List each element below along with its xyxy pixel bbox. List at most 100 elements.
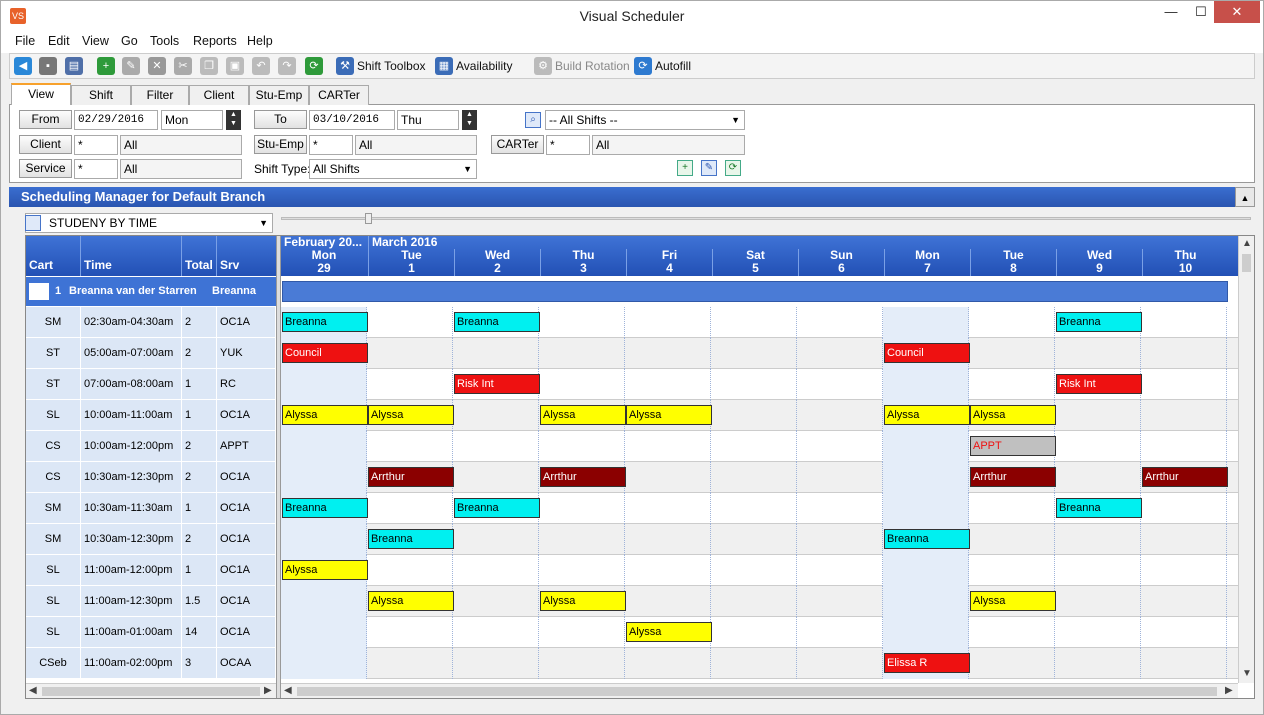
undo-icon[interactable]: ↶	[252, 57, 270, 75]
day-cell[interactable]	[797, 493, 883, 524]
day-cell[interactable]	[1055, 586, 1141, 617]
appointment-block[interactable]: Breanna	[454, 498, 540, 518]
day-cell[interactable]	[1141, 648, 1227, 679]
day-cell[interactable]	[367, 338, 453, 369]
from-button[interactable]: From	[19, 110, 72, 129]
day-cell[interactable]	[1055, 462, 1141, 493]
day-cell[interactable]	[711, 431, 797, 462]
day-cell[interactable]	[1055, 555, 1141, 586]
back-icon[interactable]: ◀	[14, 57, 32, 75]
day-cell[interactable]	[539, 338, 625, 369]
tab-client[interactable]: Client	[189, 85, 249, 105]
day-cell[interactable]	[797, 307, 883, 338]
view-mode-select[interactable]: STUDENY BY TIME ▼	[25, 213, 273, 233]
autofill-button[interactable]: Autofill	[655, 59, 691, 73]
day-header[interactable]: Tue 1	[368, 249, 454, 276]
group-bar[interactable]	[282, 281, 1228, 302]
table-row[interactable]: ST 05:00am-07:00am 2 YUK	[26, 338, 276, 369]
day-header[interactable]: Mon 7	[884, 249, 970, 276]
day-cell[interactable]	[539, 307, 625, 338]
menu-view[interactable]: View	[82, 34, 109, 48]
group-row[interactable]: 1 Breanna van der Starren Breanna	[26, 277, 276, 306]
day-cell[interactable]	[969, 307, 1055, 338]
add-filter-icon[interactable]: +	[677, 160, 693, 176]
availability-icon[interactable]: ▦	[435, 57, 453, 75]
day-cell[interactable]	[1141, 338, 1227, 369]
print-icon[interactable]: ▤	[65, 57, 83, 75]
day-cell[interactable]	[539, 524, 625, 555]
maximize-button[interactable]: ☐	[1186, 1, 1216, 23]
copy-icon[interactable]: ❐	[200, 57, 218, 75]
day-cell[interactable]	[453, 555, 539, 586]
day-cell[interactable]	[539, 369, 625, 400]
zoom-slider-track[interactable]	[281, 217, 1251, 220]
autofill-icon[interactable]: ⟳	[634, 57, 652, 75]
day-cell[interactable]	[453, 524, 539, 555]
day-cell[interactable]	[1141, 400, 1227, 431]
from-date-input[interactable]: 02/29/2016	[74, 110, 158, 130]
appointment-block[interactable]: Arrthur	[540, 467, 626, 487]
appointment-block[interactable]: Elissa R	[884, 653, 970, 673]
scroll-thumb[interactable]	[42, 687, 260, 696]
day-cell[interactable]	[453, 586, 539, 617]
day-cell[interactable]	[1141, 555, 1227, 586]
vertical-scrollbar[interactable]: ▲ ▼	[1238, 236, 1254, 683]
tab-view[interactable]: View	[11, 83, 71, 105]
day-cell[interactable]	[711, 400, 797, 431]
appointment-block[interactable]: APPT	[970, 436, 1056, 456]
build-rotation-icon[interactable]: ⚙	[534, 57, 552, 75]
table-row[interactable]: SL 10:00am-11:00am 1 OC1A	[26, 400, 276, 431]
day-cell[interactable]	[969, 338, 1055, 369]
scroll-up-icon[interactable]: ▲	[1242, 238, 1252, 249]
day-cell[interactable]	[883, 493, 969, 524]
shift-toolbox-button[interactable]: Shift Toolbox	[357, 59, 426, 73]
day-cell[interactable]	[1141, 617, 1227, 648]
menu-tools[interactable]: Tools	[150, 34, 179, 48]
day-cell[interactable]	[453, 648, 539, 679]
scroll-thumb[interactable]	[297, 687, 1217, 696]
right-horizontal-scrollbar[interactable]: ◀ ▶	[281, 683, 1238, 698]
day-cell[interactable]	[797, 338, 883, 369]
appointment-block[interactable]: Council	[282, 343, 368, 363]
scroll-left-icon[interactable]: ◀	[29, 685, 37, 696]
day-header[interactable]: Tue 8	[970, 249, 1056, 276]
appointment-block[interactable]: Breanna	[282, 498, 368, 518]
day-cell[interactable]	[367, 307, 453, 338]
day-cell[interactable]	[883, 586, 969, 617]
edit-filter-icon[interactable]: ✎	[701, 160, 717, 176]
table-row[interactable]: SM 10:30am-12:30pm 2 OC1A	[26, 524, 276, 555]
day-cell[interactable]	[883, 462, 969, 493]
day-cell[interactable]	[453, 462, 539, 493]
day-cell[interactable]	[797, 462, 883, 493]
scroll-right-icon[interactable]: ▶	[264, 685, 272, 696]
day-cell[interactable]	[281, 431, 367, 462]
day-cell[interactable]	[969, 369, 1055, 400]
shift-toolbox-icon[interactable]: ⚒	[336, 57, 354, 75]
table-row[interactable]: ST 07:00am-08:00am 1 RC	[26, 369, 276, 400]
tab-carter[interactable]: CARTer	[309, 85, 369, 105]
day-cell[interactable]	[453, 617, 539, 648]
scroll-left-icon[interactable]: ◀	[284, 685, 292, 696]
appointment-block[interactable]: Alyssa	[282, 405, 368, 425]
menu-edit[interactable]: Edit	[48, 34, 70, 48]
to-date-input[interactable]: 03/10/2016	[309, 110, 395, 130]
appointment-block[interactable]: Alyssa	[970, 405, 1056, 425]
appointment-block[interactable]: Breanna	[884, 529, 970, 549]
day-header[interactable]: Wed 2	[454, 249, 540, 276]
day-cell[interactable]	[281, 617, 367, 648]
day-cell[interactable]	[1141, 586, 1227, 617]
scroll-thumb[interactable]	[1242, 254, 1251, 272]
appointment-block[interactable]: Arrthur	[368, 467, 454, 487]
shifts-select[interactable]: -- All Shifts -- ▼	[545, 110, 745, 130]
day-cell[interactable]	[625, 338, 711, 369]
day-cell[interactable]	[711, 617, 797, 648]
day-cell[interactable]	[367, 431, 453, 462]
table-row[interactable]: CS 10:00am-12:00pm 2 APPT	[26, 431, 276, 462]
menu-reports[interactable]: Reports	[193, 34, 237, 48]
table-row[interactable]: CS 10:30am-12:30pm 2 OC1A	[26, 462, 276, 493]
day-cell[interactable]	[539, 648, 625, 679]
day-cell[interactable]	[711, 338, 797, 369]
tab-stu-emp[interactable]: Stu-Emp	[249, 85, 309, 105]
scroll-down-icon[interactable]: ▼	[1242, 668, 1252, 679]
appointment-block[interactable]: Alyssa	[368, 591, 454, 611]
